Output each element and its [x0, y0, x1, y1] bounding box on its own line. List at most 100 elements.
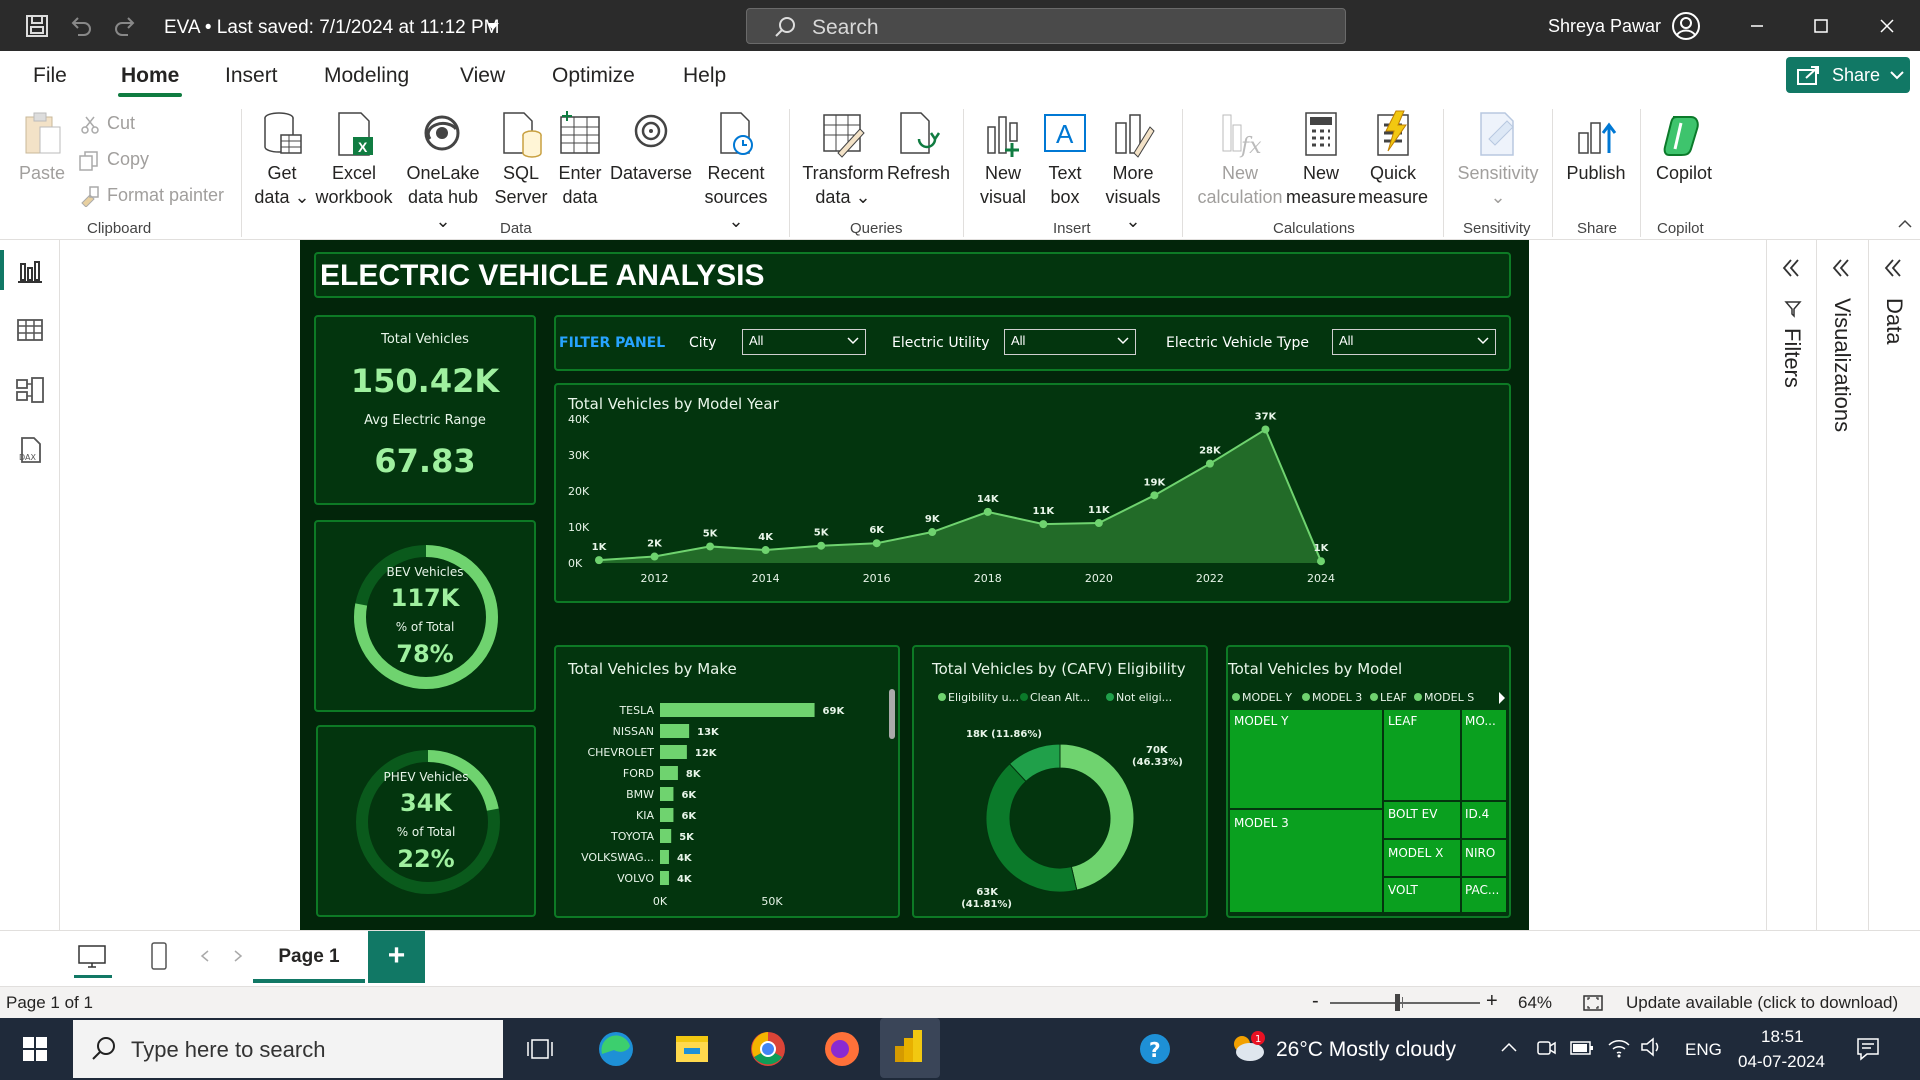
transform-data-button[interactable]: Transform data ⌄	[800, 109, 886, 209]
new-visual-button[interactable]: New visual	[975, 109, 1031, 209]
report-view-icon[interactable]	[14, 254, 46, 286]
zoom-slider-track[interactable]	[1330, 1002, 1480, 1004]
ev-type-slicer[interactable]: All	[1332, 329, 1496, 355]
tab-file[interactable]: File	[33, 64, 67, 88]
expand-visualizations-icon[interactable]	[1831, 258, 1851, 278]
tab-optimize[interactable]: Optimize	[552, 64, 635, 88]
dataverse-button[interactable]: Dataverse	[608, 109, 694, 185]
model-view-icon[interactable]	[14, 374, 46, 406]
visualizations-pane[interactable]: Visualizations	[1816, 240, 1868, 985]
make-chart-panel[interactable]: Total Vehicles by Make TESLA 69K NISSAN 13K…	[554, 645, 900, 918]
tab-view[interactable]: View	[460, 64, 505, 88]
add-page-button[interactable]: +	[368, 931, 425, 983]
maximize-icon[interactable]	[1807, 12, 1835, 40]
title-dropdown-icon[interactable]	[486, 22, 500, 32]
page-tab[interactable]: Page 1	[253, 931, 365, 983]
expand-filters-icon[interactable]	[1781, 258, 1801, 278]
sensitivity-button[interactable]: Sensitivity ⌄	[1452, 109, 1544, 209]
edge-app-icon[interactable]	[592, 1026, 640, 1072]
tab-modeling[interactable]: Modeling	[324, 64, 409, 88]
file-explorer-icon[interactable]	[668, 1026, 716, 1072]
city-slicer[interactable]: All	[742, 329, 866, 355]
refresh-button[interactable]: Refresh	[887, 109, 950, 185]
model-year-chart-panel[interactable]: Total Vehicles by Model Year 0K 10K 20K 30K…	[554, 383, 1511, 603]
phev-card[interactable]: PHEV Vehicles 34K % of Total 22%	[316, 725, 536, 917]
task-view-icon[interactable]	[526, 1036, 554, 1062]
collapse-ribbon-icon[interactable]	[1898, 219, 1912, 229]
copilot-button[interactable]: Copilot	[1648, 109, 1720, 185]
language-indicator[interactable]: ENG	[1685, 1040, 1722, 1060]
filters-pane[interactable]: Filters	[1766, 240, 1816, 985]
electric-utility-slicer[interactable]: All	[1004, 329, 1136, 355]
clock-date[interactable]: 04-07-2024	[1738, 1052, 1825, 1072]
quick-measure-button[interactable]: Quick measure	[1356, 109, 1430, 209]
document-title[interactable]: EVA • Last saved: 7/1/2024 at 11:12 PM	[164, 17, 500, 39]
sql-server-button[interactable]: SQL Server	[494, 109, 548, 209]
cut-button[interactable]: Cut	[107, 113, 135, 134]
treemap-tile-label: PAC...	[1465, 883, 1499, 897]
clock-time[interactable]: 18:51	[1761, 1027, 1804, 1047]
fit-to-page-icon[interactable]	[1582, 993, 1604, 1013]
show-hidden-icons-icon[interactable]	[1500, 1040, 1518, 1054]
desktop-layout-icon[interactable]	[76, 943, 108, 971]
account-icon[interactable]	[1671, 11, 1701, 41]
next-page-icon[interactable]	[232, 949, 244, 963]
more-visuals-button[interactable]: More visuals ⌄	[1100, 109, 1166, 233]
publish-button[interactable]: Publish	[1562, 109, 1630, 185]
legend-next-icon[interactable]	[1499, 692, 1505, 704]
make-chart-scrollbar[interactable]	[889, 689, 895, 739]
weather-text[interactable]: 26°C Mostly cloudy	[1276, 1038, 1456, 1062]
kpi-card[interactable]: Total Vehicles 150.42K Avg Electric Rang…	[314, 315, 536, 505]
report-title-panel[interactable]: ELECTRIC VEHICLE ANALYSIS	[314, 252, 1511, 298]
search-box[interactable]: Search	[746, 8, 1346, 44]
tab-help[interactable]: Help	[683, 64, 726, 88]
user-name[interactable]: Shreya Pawar	[1548, 16, 1661, 37]
enter-data-button[interactable]: Enter data	[553, 109, 607, 209]
get-data-button[interactable]: Get data ⌄	[253, 109, 311, 209]
copy-button[interactable]: Copy	[107, 149, 149, 170]
bev-card[interactable]: BEV Vehicles 117K % of Total 78%	[314, 520, 536, 712]
excel-workbook-button[interactable]: X Excel workbook	[313, 109, 395, 209]
undo-icon[interactable]	[68, 13, 94, 39]
update-available-link[interactable]: Update available (click to download)	[1626, 993, 1898, 1013]
volume-icon[interactable]	[1640, 1036, 1662, 1058]
redo-icon[interactable]	[112, 13, 138, 39]
dax-query-view-icon[interactable]: DAX	[14, 434, 46, 466]
power-bi-app-icon[interactable]	[880, 1018, 940, 1078]
table-view-icon[interactable]	[14, 314, 46, 346]
data-pane[interactable]: Data	[1868, 240, 1920, 985]
close-icon[interactable]	[1873, 12, 1901, 40]
zoom-in-button[interactable]: +	[1486, 990, 1498, 1013]
format-painter-button[interactable]: Format painter	[107, 185, 224, 206]
weather-cloudy-icon[interactable]: 1	[1228, 1030, 1268, 1064]
treemap-panel[interactable]: Total Vehicles by Model MODEL Y MODEL 3 …	[1226, 645, 1511, 918]
prev-page-icon[interactable]	[199, 949, 211, 963]
recent-label-2: sources ⌄	[704, 187, 768, 231]
battery-icon[interactable]	[1570, 1040, 1594, 1056]
recent-sources-button[interactable]: Recent sources ⌄	[700, 109, 772, 233]
paste-button[interactable]: Paste	[18, 109, 66, 185]
windows-start-icon[interactable]	[22, 1036, 48, 1062]
cafv-chart-panel[interactable]: Total Vehicles by (CAFV) Eligibility Eli…	[912, 645, 1208, 918]
taskbar-search-box[interactable]: Type here to search	[73, 1020, 503, 1078]
onelake-data-hub-button[interactable]: OneLake data hub ⌄	[400, 109, 486, 233]
tab-home[interactable]: Home	[121, 64, 179, 88]
chrome-app-icon[interactable]	[744, 1026, 792, 1072]
zoom-slider-thumb[interactable]	[1395, 994, 1400, 1011]
save-icon[interactable]	[24, 13, 50, 39]
text-box-button[interactable]: A Text box	[1036, 109, 1094, 209]
new-measure-button[interactable]: New measure	[1286, 109, 1356, 209]
help-icon[interactable]: ?	[1138, 1032, 1172, 1066]
firefox-app-icon[interactable]	[818, 1026, 866, 1072]
expand-data-icon[interactable]	[1883, 258, 1903, 278]
zoom-level[interactable]: 64%	[1518, 993, 1552, 1013]
minimize-icon[interactable]	[1743, 12, 1771, 40]
tab-insert[interactable]: Insert	[225, 64, 278, 88]
notifications-icon[interactable]	[1855, 1036, 1881, 1062]
wifi-icon[interactable]	[1607, 1036, 1631, 1058]
share-button[interactable]: Share	[1786, 57, 1910, 93]
zoom-out-button[interactable]: -	[1312, 990, 1319, 1013]
meet-now-icon[interactable]	[1535, 1038, 1557, 1058]
new-calculation-button[interactable]: fx New calculation	[1194, 109, 1286, 209]
mobile-layout-icon[interactable]	[148, 941, 170, 971]
